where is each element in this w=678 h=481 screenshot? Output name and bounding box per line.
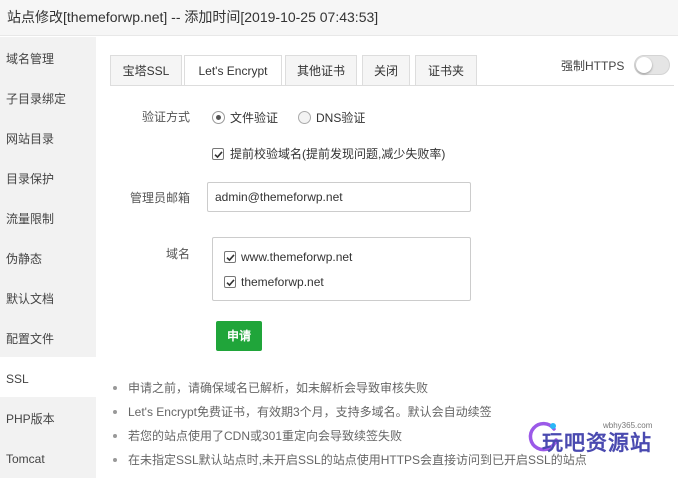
tab-other-certificate[interactable]: 其他证书 — [285, 55, 357, 85]
watermark-text: 玩吧资源站 — [542, 432, 652, 455]
sidebar-item-domain-management[interactable]: 域名管理 — [0, 37, 96, 77]
verify-method-label: 验证方式 — [141, 110, 190, 124]
domain-name-root: themeforwp.net — [241, 275, 324, 289]
sidebar-item-php-version[interactable]: PHP版本 — [0, 397, 96, 437]
sidebar-item-ssl[interactable]: SSL — [0, 357, 96, 397]
toggle-knob — [636, 57, 652, 73]
sidebar-item-site-directory[interactable]: 网站目录 — [0, 117, 96, 157]
tab-lets-encrypt[interactable]: Let's Encrypt — [184, 55, 282, 86]
sidebar-item-default-document[interactable]: 默认文档 — [0, 277, 96, 317]
note-item: 在未指定SSL默认站点时,未开启SSL的站点使用HTTPS会直接访问到已开启SS… — [110, 452, 610, 476]
sidebar-item-traffic-limit[interactable]: 流量限制 — [0, 197, 96, 237]
file-verify-label: 文件验证 — [230, 111, 279, 125]
checkmark-icon — [214, 151, 223, 159]
tab-close[interactable]: 关闭 — [362, 55, 410, 85]
sidebar-item-tomcat[interactable]: Tomcat — [0, 437, 96, 477]
tab-bt-ssl[interactable]: 宝塔SSL — [110, 55, 182, 85]
dns-verify-radio[interactable] — [298, 111, 311, 124]
window-title: 站点修改[themeforwp.net] -- 添加时间[2019-10-25 … — [0, 0, 678, 36]
admin-email-label: 管理员邮箱 — [130, 191, 191, 205]
sidebar-item-subdirectory-binding[interactable]: 子目录绑定 — [0, 77, 96, 117]
sidebar-item-rewrite[interactable]: 伪静态 — [0, 237, 96, 277]
precheck-label: 提前校验域名(提前发现问题,减少失败率) — [230, 147, 446, 161]
precheck-checkbox[interactable] — [212, 148, 224, 160]
domain-checkbox-root[interactable] — [224, 276, 236, 288]
domain-checkbox-www[interactable] — [224, 251, 236, 263]
file-verify-radio[interactable] — [212, 111, 225, 124]
checkmark-icon — [226, 254, 235, 262]
tab-certificate-folder[interactable]: 证书夹 — [415, 55, 477, 85]
checkmark-icon — [226, 279, 235, 287]
force-https-label: 强制HTTPS — [561, 59, 625, 73]
sidebar: 域名管理 子目录绑定 网站目录 目录保护 流量限制 伪静态 默认文档 配置文件 … — [0, 37, 96, 478]
admin-email-input[interactable]: admin@themeforwp.net — [207, 182, 471, 212]
apply-button[interactable]: 申请 — [216, 321, 262, 351]
sidebar-item-directory-protection[interactable]: 目录保护 — [0, 157, 96, 197]
domains-label: 域名 — [165, 247, 190, 261]
sidebar-item-config-file[interactable]: 配置文件 — [0, 317, 96, 357]
tabs-divider — [110, 85, 674, 86]
note-item: 申请之前，请确保域名已解析，如未解析会导致审核失败 — [110, 380, 610, 404]
force-https-toggle[interactable] — [634, 55, 670, 75]
domain-list: www.themeforwp.net themeforwp.net — [212, 237, 471, 301]
dns-verify-label: DNS验证 — [316, 111, 366, 125]
domain-name-www: www.themeforwp.net — [241, 250, 353, 264]
